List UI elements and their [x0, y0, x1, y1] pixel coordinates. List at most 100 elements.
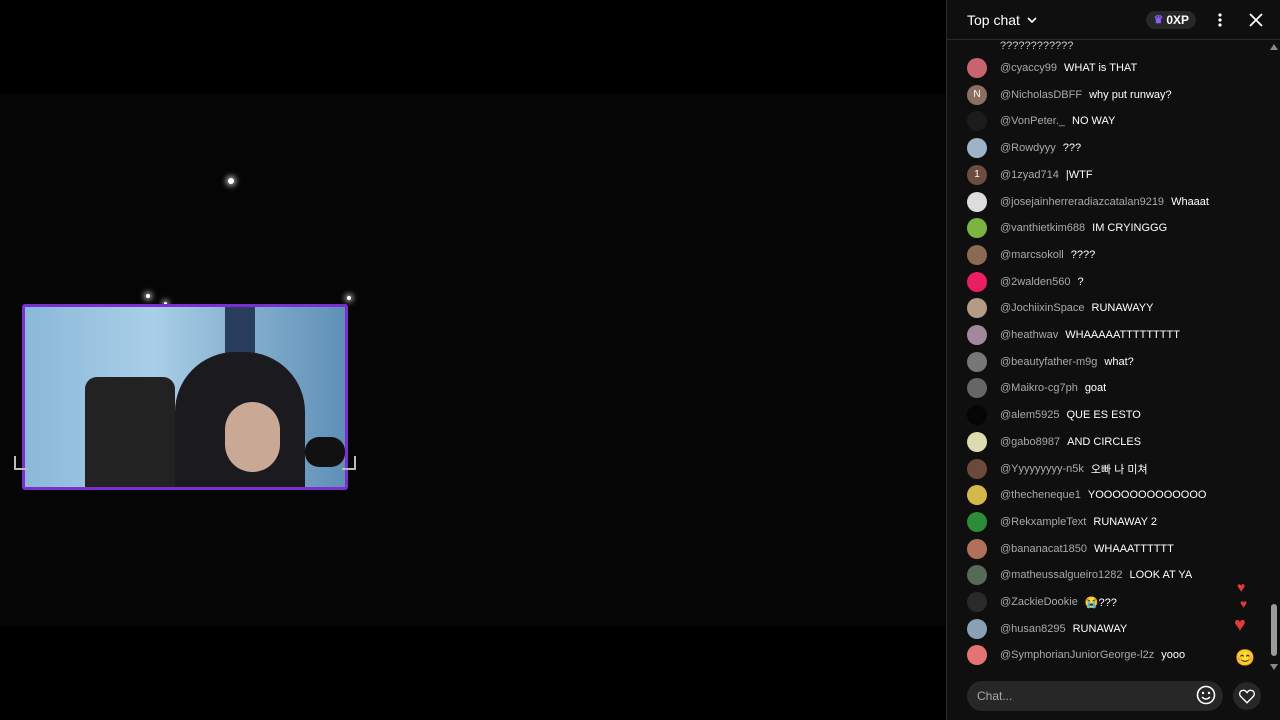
chat-message-text: RUNAWAY	[1072, 622, 1128, 635]
chat-scrollbar[interactable]	[1270, 44, 1278, 670]
avatar[interactable]	[967, 218, 987, 239]
chat-author[interactable]: @RekxampleText	[1000, 516, 1086, 528]
more-options-button[interactable]	[1208, 8, 1232, 32]
chat-message-list[interactable]: ???????????? @cyaccy99 WHAT is THAT N @Nich…	[947, 40, 1280, 672]
scroll-up-arrow-icon[interactable]	[1270, 44, 1278, 50]
chat-author[interactable]: @matheussalgueiro1282	[1000, 569, 1122, 581]
chat-author[interactable]: @VonPeter._	[1000, 115, 1065, 127]
scrollbar-thumb[interactable]	[1271, 604, 1277, 656]
avatar[interactable]	[967, 405, 987, 426]
top-chat-dropdown[interactable]: Top chat	[967, 12, 1038, 28]
close-icon	[1249, 12, 1263, 27]
chat-input[interactable]	[967, 681, 1223, 711]
chat-message[interactable]: @heathwav WHAAAAATTTTTTTTT	[967, 324, 1180, 346]
chat-author[interactable]: @beautyfather-m9g	[1000, 356, 1097, 368]
sparkle	[228, 178, 234, 184]
heart-reaction-icon: ♥	[1234, 614, 1246, 636]
avatar[interactable]	[967, 458, 987, 479]
avatar[interactable]	[967, 191, 987, 212]
chat-author[interactable]: @alem5925	[1000, 409, 1059, 421]
chat-message-text: WHAAAAATTTTTTTTT	[1065, 329, 1180, 341]
chat-author[interactable]: @husan8295	[1000, 623, 1066, 635]
chat-author[interactable]: @SymphorianJuniorGeorge-l2z	[1000, 649, 1154, 661]
chat-message[interactable]: @thecheneque1 YOOOOOOOOOOOOO	[967, 484, 1206, 506]
avatar[interactable]	[967, 351, 987, 372]
avatar[interactable]	[967, 58, 987, 78]
scroll-down-arrow-icon[interactable]	[1270, 664, 1278, 670]
chat-author[interactable]: @Maikro-cg7ph	[1000, 382, 1078, 394]
chat-message[interactable]: @beautyfather-m9g what?	[967, 351, 1134, 373]
chat-author[interactable]: @vanthietkim688	[1000, 222, 1085, 234]
chat-message[interactable]: @SymphorianJuniorGeorge-l2z yooo	[967, 644, 1185, 666]
frame-corner	[342, 456, 356, 470]
avatar[interactable]	[967, 645, 987, 666]
chat-author[interactable]: @bananacat1850	[1000, 543, 1087, 555]
chat-input-row	[947, 672, 1280, 720]
chat-author[interactable]: @gabo8987	[1000, 436, 1060, 448]
chat-message-text: IM CRYINGGG	[1092, 222, 1168, 235]
chat-message[interactable]: N @NicholasDBFF why put runway?	[967, 84, 1172, 106]
chat-author[interactable]: @josejainherreradiazcatalan9219	[1000, 196, 1164, 208]
chat-author[interactable]: @NicholasDBFF	[1000, 89, 1082, 101]
avatar[interactable]: 1	[967, 164, 987, 185]
chat-author[interactable]: @cyaccy99	[1000, 62, 1057, 74]
emoji-button[interactable]	[1195, 684, 1217, 706]
chat-message[interactable]: @cyaccy99 WHAT is THAT	[967, 57, 1137, 79]
avatar[interactable]	[967, 271, 987, 292]
xp-label: 0XP	[1166, 12, 1189, 27]
avatar[interactable]	[967, 378, 987, 399]
chat-message[interactable]: @Rowdyyy???	[967, 137, 1081, 159]
chat-message-text: ????	[1070, 248, 1096, 261]
chat-message[interactable]: @bananacat1850 WHAAATTTTTT	[967, 538, 1174, 560]
avatar[interactable]	[967, 538, 987, 559]
chat-message-text: LOOK AT YA	[1129, 569, 1193, 582]
chat-message[interactable]: @VonPeter._ NO WAY	[967, 110, 1115, 132]
chat-author[interactable]: @2walden560	[1000, 276, 1071, 288]
live-chat-panel: Top chat ♛ 0XP ???????????? @cyaccy99 WHA…	[946, 0, 1280, 720]
avatar[interactable]	[967, 325, 987, 345]
chat-author[interactable]: @ZackieDookie	[1000, 596, 1078, 608]
avatar[interactable]	[967, 138, 987, 159]
chat-author[interactable]: @JochiixinSpace	[1000, 302, 1085, 314]
chat-author[interactable]: @heathwav	[1000, 329, 1058, 341]
chat-author[interactable]: @thecheneque1	[1000, 489, 1081, 501]
avatar[interactable]	[967, 485, 987, 506]
chat-message[interactable]: @alem5925 QUE ES ESTO	[967, 404, 1141, 426]
chat-message[interactable]: @RekxampleText RUNAWAY 2	[967, 511, 1157, 533]
chat-message-text: WHAAATTTTTT	[1094, 542, 1174, 555]
send-heart-button[interactable]	[1233, 682, 1261, 710]
chat-message[interactable]: @vanthietkim688 IM CRYINGGG	[967, 217, 1167, 239]
avatar[interactable]	[967, 565, 987, 586]
avatar[interactable]	[967, 244, 987, 265]
chat-message[interactable]: @gabo8987 AND CIRCLES	[967, 431, 1141, 453]
avatar[interactable]	[967, 511, 987, 532]
chat-author[interactable]: @Rowdyyy	[1000, 142, 1056, 154]
avatar[interactable]: N	[967, 84, 987, 105]
chat-author[interactable]: @Yyyyyyyyy-n5k	[1000, 463, 1084, 475]
chat-message[interactable]: @marcsokoll????	[967, 244, 1095, 266]
chat-message-text: what?	[1104, 355, 1134, 368]
sparkle	[146, 294, 150, 298]
chat-message[interactable]: @JochiixinSpace RUNAWAYY	[967, 297, 1153, 319]
chat-author[interactable]: @marcsokoll	[1000, 249, 1064, 261]
chat-message[interactable]: @ZackieDookie 😭???	[967, 591, 1117, 613]
avatar[interactable]	[967, 431, 987, 452]
chat-message-text: ?	[1077, 275, 1084, 288]
chat-message[interactable]: @Maikro-cg7ph goat	[967, 377, 1106, 399]
heart-reaction-icon: ♥	[1237, 579, 1246, 595]
chat-message[interactable]: @Yyyyyyyyy-n5k 오빠 나 미쳐	[967, 458, 1148, 480]
chat-header: Top chat ♛ 0XP	[947, 0, 1280, 40]
avatar[interactable]	[967, 298, 987, 319]
chat-message[interactable]: @matheussalgueiro1282 LOOK AT YA	[967, 564, 1192, 586]
chat-message[interactable]: 1 @1zyad714 |WTF	[967, 164, 1093, 186]
xp-badge[interactable]: ♛ 0XP	[1146, 10, 1196, 29]
avatar[interactable]	[967, 111, 987, 132]
chat-message[interactable]: @2walden560?	[967, 271, 1084, 293]
chat-author[interactable]: @1zyad714	[1000, 169, 1059, 181]
microphone	[305, 437, 345, 467]
avatar[interactable]	[967, 618, 987, 639]
chat-message[interactable]: @husan8295 RUNAWAY	[967, 618, 1127, 640]
avatar[interactable]	[967, 592, 987, 612]
chat-message[interactable]: @josejainherreradiazcatalan9219 Whaaat	[967, 191, 1209, 213]
close-chat-button[interactable]	[1244, 8, 1268, 32]
